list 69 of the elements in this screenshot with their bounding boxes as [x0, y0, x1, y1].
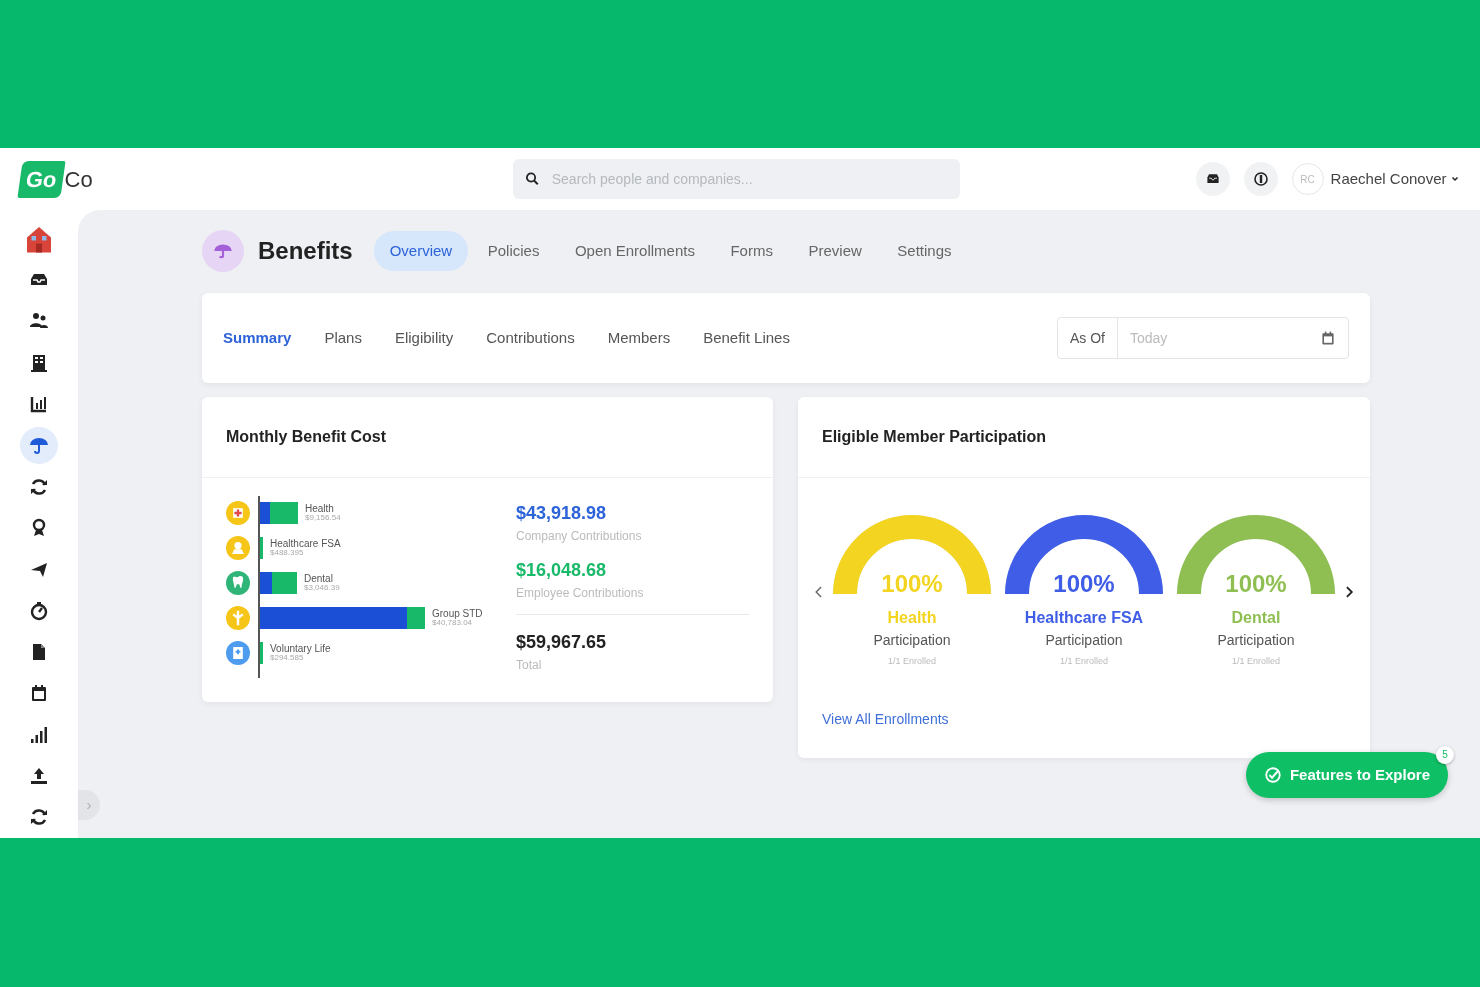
plan-amount: $9,156.54	[305, 514, 341, 523]
gauge-label: Dental	[1231, 608, 1281, 628]
enrolled-count: 1/1 Enrolled	[1059, 655, 1108, 668]
gauge-percent: 100%	[880, 569, 944, 599]
plan-amount: $3,046.39	[304, 584, 340, 593]
bar-chart-icon	[29, 724, 49, 745]
calendar-icon	[29, 683, 49, 704]
help-button[interactable]	[1243, 162, 1278, 196]
subnav-tab[interactable]: Eligibility	[394, 326, 454, 350]
inbox-button[interactable]	[1195, 162, 1230, 196]
page-tab[interactable]: Preview	[792, 230, 878, 272]
amount-label: Employee Contributions	[516, 585, 645, 602]
gauge-label: Health	[887, 608, 937, 628]
amount-value: $59,967.65	[516, 631, 608, 654]
sync-icon	[29, 476, 49, 497]
amount-label: Total	[516, 657, 543, 674]
logo-text: Co	[64, 165, 93, 194]
gauge-caption: Participation	[1217, 631, 1295, 650]
enrolled-count: 1/1 Enrolled	[1231, 655, 1280, 668]
subnav-tab[interactable]: Plans	[324, 326, 362, 350]
umbrella-icon	[29, 435, 49, 456]
gauge-caption: Participation	[873, 631, 951, 650]
plan-amount: $488.395	[270, 549, 305, 558]
plan-name: Voluntary Life	[270, 643, 331, 655]
subnav-tab[interactable]: Contributions	[486, 326, 575, 350]
search-icon	[524, 171, 540, 187]
page-tab[interactable]: Settings	[881, 230, 968, 272]
chevron-right-icon	[84, 800, 94, 811]
gauge-percent: 100%	[1224, 569, 1288, 599]
user-menu[interactable]: Raechel Conover	[1330, 167, 1460, 191]
timer-icon	[29, 600, 49, 621]
cost-bar	[260, 537, 263, 559]
caret-icon	[1450, 174, 1460, 184]
gauge-percent: 100%	[1052, 569, 1116, 599]
plan-amount: $294.585	[270, 654, 304, 663]
count-badge: 5	[1436, 745, 1454, 764]
cost-bar	[260, 502, 298, 524]
card-title: Monthly Benefit Cost	[202, 397, 773, 478]
subnav-tab[interactable]: Summary	[223, 326, 292, 350]
page-tab[interactable]: Policies	[471, 230, 556, 272]
check-circle-icon	[1263, 765, 1282, 784]
building-icon	[29, 352, 49, 373]
subnav-tab[interactable]: Benefit Lines	[703, 326, 790, 350]
page-tab[interactable]: Overview	[373, 230, 469, 272]
gauge-caption: Participation	[1045, 631, 1123, 650]
search-field[interactable]: Search people and companies...	[549, 167, 948, 191]
plan-name: Healthcare FSA	[270, 538, 341, 550]
amount-label: Company Contributions	[516, 528, 643, 545]
view-all-link[interactable]: View All Enrollments	[822, 708, 949, 730]
enrolled-count: 1/1 Enrolled	[887, 655, 936, 668]
page-title: Benefits	[258, 236, 353, 266]
logo-mark: Go	[17, 160, 66, 198]
card-title: Eligible Member Participation	[798, 397, 1370, 478]
cost-bar	[260, 642, 263, 664]
gauge-label: Healthcare FSA	[1024, 608, 1144, 628]
amount-value: $16,048.68	[516, 559, 608, 582]
plan-name: Health	[305, 503, 335, 515]
page-tab[interactable]: Forms	[714, 230, 789, 272]
cost-bar	[260, 572, 297, 594]
date-picker[interactable]: As Of Today	[1057, 317, 1349, 359]
page-tab[interactable]: Open Enrollments	[558, 230, 711, 272]
sync-icon	[29, 807, 49, 828]
plan-name: Dental	[304, 573, 334, 585]
search-bar[interactable]: Search people and companies...	[512, 159, 960, 199]
amount-value: $43,918.98	[516, 502, 608, 525]
plan-amount: $40,783.04	[432, 619, 474, 628]
subnav-tab[interactable]: Members	[607, 326, 671, 350]
calendar-icon	[1320, 330, 1336, 346]
plan-name: Group STD	[432, 608, 483, 620]
